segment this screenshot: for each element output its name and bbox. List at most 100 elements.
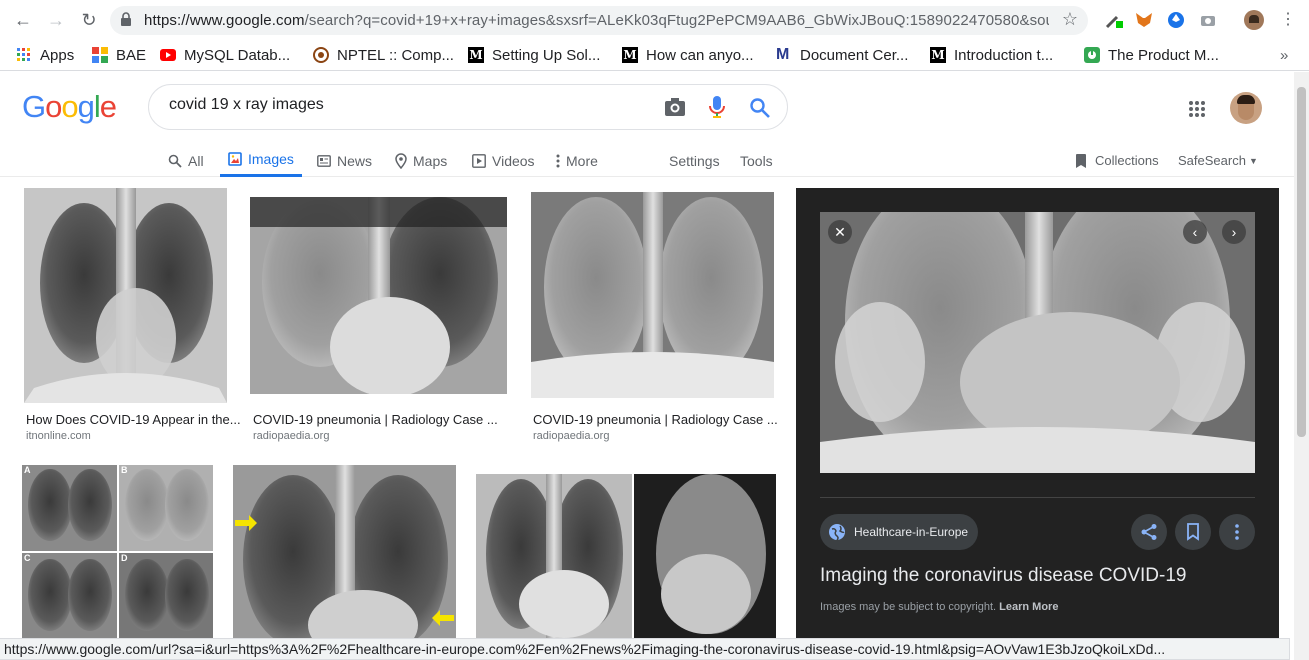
result-image-5[interactable] xyxy=(233,465,456,638)
status-bar-url: https://www.google.com/url?sa=i&url=http… xyxy=(0,638,1290,660)
source-chip[interactable]: Healthcare-in-Europe xyxy=(820,514,979,550)
scrollbar-thumb[interactable] xyxy=(1297,87,1306,437)
share-icon xyxy=(1141,524,1157,540)
bookmark-setting-up[interactable]: M Setting Up Sol... xyxy=(468,44,600,66)
close-icon[interactable]: ✕ xyxy=(828,220,852,244)
tab-label: Images xyxy=(248,151,294,167)
play-icon xyxy=(472,153,486,168)
bookmark-bae[interactable]: BAE xyxy=(92,44,146,66)
address-bar[interactable]: https://www.google.com/search?q=covid+19… xyxy=(110,6,1088,35)
save-button[interactable] xyxy=(1175,514,1211,550)
collections-label: Collections xyxy=(1095,153,1159,168)
bookmark-icon xyxy=(1187,523,1199,541)
metamask-fox-icon[interactable] xyxy=(1134,10,1154,30)
youtube-icon xyxy=(160,49,176,61)
image-results-grid: How Does COVID-19 Appear in the... itnon… xyxy=(0,178,790,638)
bookmark-mysql[interactable]: MySQL Datab... xyxy=(160,44,290,66)
browser-menu-icon[interactable]: ⋮ xyxy=(1277,9,1299,31)
more-options-button[interactable] xyxy=(1219,514,1255,550)
panel-label: A xyxy=(24,465,31,475)
account-avatar[interactable] xyxy=(1230,92,1262,124)
panel-label: C xyxy=(24,553,31,563)
bookmark-how-can[interactable]: M How can anyo... xyxy=(622,44,754,66)
result-source: radiopaedia.org xyxy=(253,430,330,442)
preview-title[interactable]: Imaging the coronavirus disease COVID-19 xyxy=(820,565,1186,587)
bookmark-label: Introduction t... xyxy=(954,46,1054,64)
result-image-4[interactable]: A B C D xyxy=(22,465,213,638)
tools-link[interactable]: Tools xyxy=(740,144,773,177)
more-vert-icon xyxy=(1235,524,1239,540)
bookmark-star-icon[interactable]: ☆ xyxy=(1062,9,1078,30)
m-blue-icon: M xyxy=(776,46,790,63)
ethereum-icon[interactable] xyxy=(1166,10,1186,30)
learn-more-link[interactable]: Learn More xyxy=(999,601,1058,613)
image-icon xyxy=(228,152,242,166)
tab-label: All xyxy=(188,152,204,169)
settings-label: Settings xyxy=(669,152,720,169)
tab-all[interactable]: All xyxy=(168,144,204,177)
back-arrow-icon[interactable]: ← xyxy=(12,9,34,31)
product-icon xyxy=(1084,47,1100,63)
preview-image[interactable] xyxy=(820,212,1255,473)
search-box xyxy=(148,84,788,130)
apps-grid-icon xyxy=(17,48,30,61)
bookmark-document[interactable]: M Document Cer... xyxy=(776,44,908,66)
panel-label: D xyxy=(121,553,128,563)
result-image-3[interactable] xyxy=(531,192,774,398)
copyright-text: Images may be subject to copyright. xyxy=(820,601,997,613)
medium-icon: M xyxy=(622,47,638,63)
result-image-1[interactable] xyxy=(24,188,227,403)
bookmark-label: The Product M... xyxy=(1108,46,1219,64)
bookmark-label: Setting Up Sol... xyxy=(492,46,601,64)
search-input[interactable] xyxy=(169,96,639,114)
tab-more[interactable]: More xyxy=(556,144,598,177)
tab-images[interactable]: Images xyxy=(220,144,302,177)
reload-icon[interactable]: ↻ xyxy=(78,9,100,31)
nptel-icon xyxy=(313,47,329,63)
result-caption[interactable]: COVID-19 pneumonia | Radiology Case ... xyxy=(533,412,778,427)
page-scrollbar[interactable] xyxy=(1294,72,1309,660)
search-icon[interactable] xyxy=(749,97,771,119)
settings-link[interactable]: Settings xyxy=(669,144,720,177)
bookmark-icon xyxy=(1076,153,1086,168)
camera-search-icon[interactable] xyxy=(664,97,686,117)
divider xyxy=(820,497,1255,498)
next-icon[interactable]: › xyxy=(1222,220,1246,244)
map-pin-icon xyxy=(395,152,407,169)
lock-icon xyxy=(121,12,131,26)
browser-toolbar: ← → ↻ https://www.google.com/search?q=co… xyxy=(0,0,1309,40)
google-apps-icon[interactable] xyxy=(1188,100,1206,118)
tab-label: Maps xyxy=(413,152,448,169)
result-caption[interactable]: How Does COVID-19 Appear in the... xyxy=(26,412,241,427)
share-button[interactable] xyxy=(1131,514,1167,550)
bookmark-introduction[interactable]: M Introduction t... xyxy=(930,44,1053,66)
result-caption[interactable]: COVID-19 pneumonia | Radiology Case ... xyxy=(253,412,498,427)
tab-maps[interactable]: Maps xyxy=(395,144,447,177)
image-preview-panel: ✕ ‹ › Healthcare-in-Europe Imaging the c… xyxy=(796,188,1279,638)
bookmark-product[interactable]: The Product M... xyxy=(1084,44,1219,66)
tab-label: News xyxy=(337,152,373,169)
panel-label: B xyxy=(121,465,128,475)
collections-link[interactable]: Collections xyxy=(1075,144,1159,177)
forward-arrow-icon[interactable]: → xyxy=(45,9,67,31)
result-image-6[interactable] xyxy=(476,474,776,638)
tab-label: Videos xyxy=(492,152,535,169)
caret-down-icon: ▼ xyxy=(1248,155,1258,166)
tab-news[interactable]: News xyxy=(317,144,372,177)
profile-avatar[interactable] xyxy=(1244,10,1264,30)
camera-extension-icon[interactable] xyxy=(1198,10,1218,30)
microphone-icon[interactable] xyxy=(708,95,726,119)
google-header: Google All Images News Maps Videos xyxy=(0,72,1294,177)
globe-icon xyxy=(829,524,845,541)
eyedropper-extension-icon[interactable] xyxy=(1104,10,1124,30)
more-vert-icon xyxy=(556,154,560,167)
result-image-2[interactable] xyxy=(250,197,507,394)
bookmark-apps[interactable]: Apps xyxy=(16,44,74,66)
bookmark-label: Document Cer... xyxy=(800,46,909,64)
google-logo[interactable]: Google xyxy=(22,89,117,125)
previous-icon[interactable]: ‹ xyxy=(1183,220,1207,244)
bookmarks-overflow-button[interactable]: » xyxy=(1280,44,1288,66)
safesearch-dropdown[interactable]: SafeSearch ▼ xyxy=(1178,144,1258,177)
tab-videos[interactable]: Videos xyxy=(472,144,535,177)
bookmark-nptel[interactable]: NPTEL :: Comp... xyxy=(313,44,454,66)
